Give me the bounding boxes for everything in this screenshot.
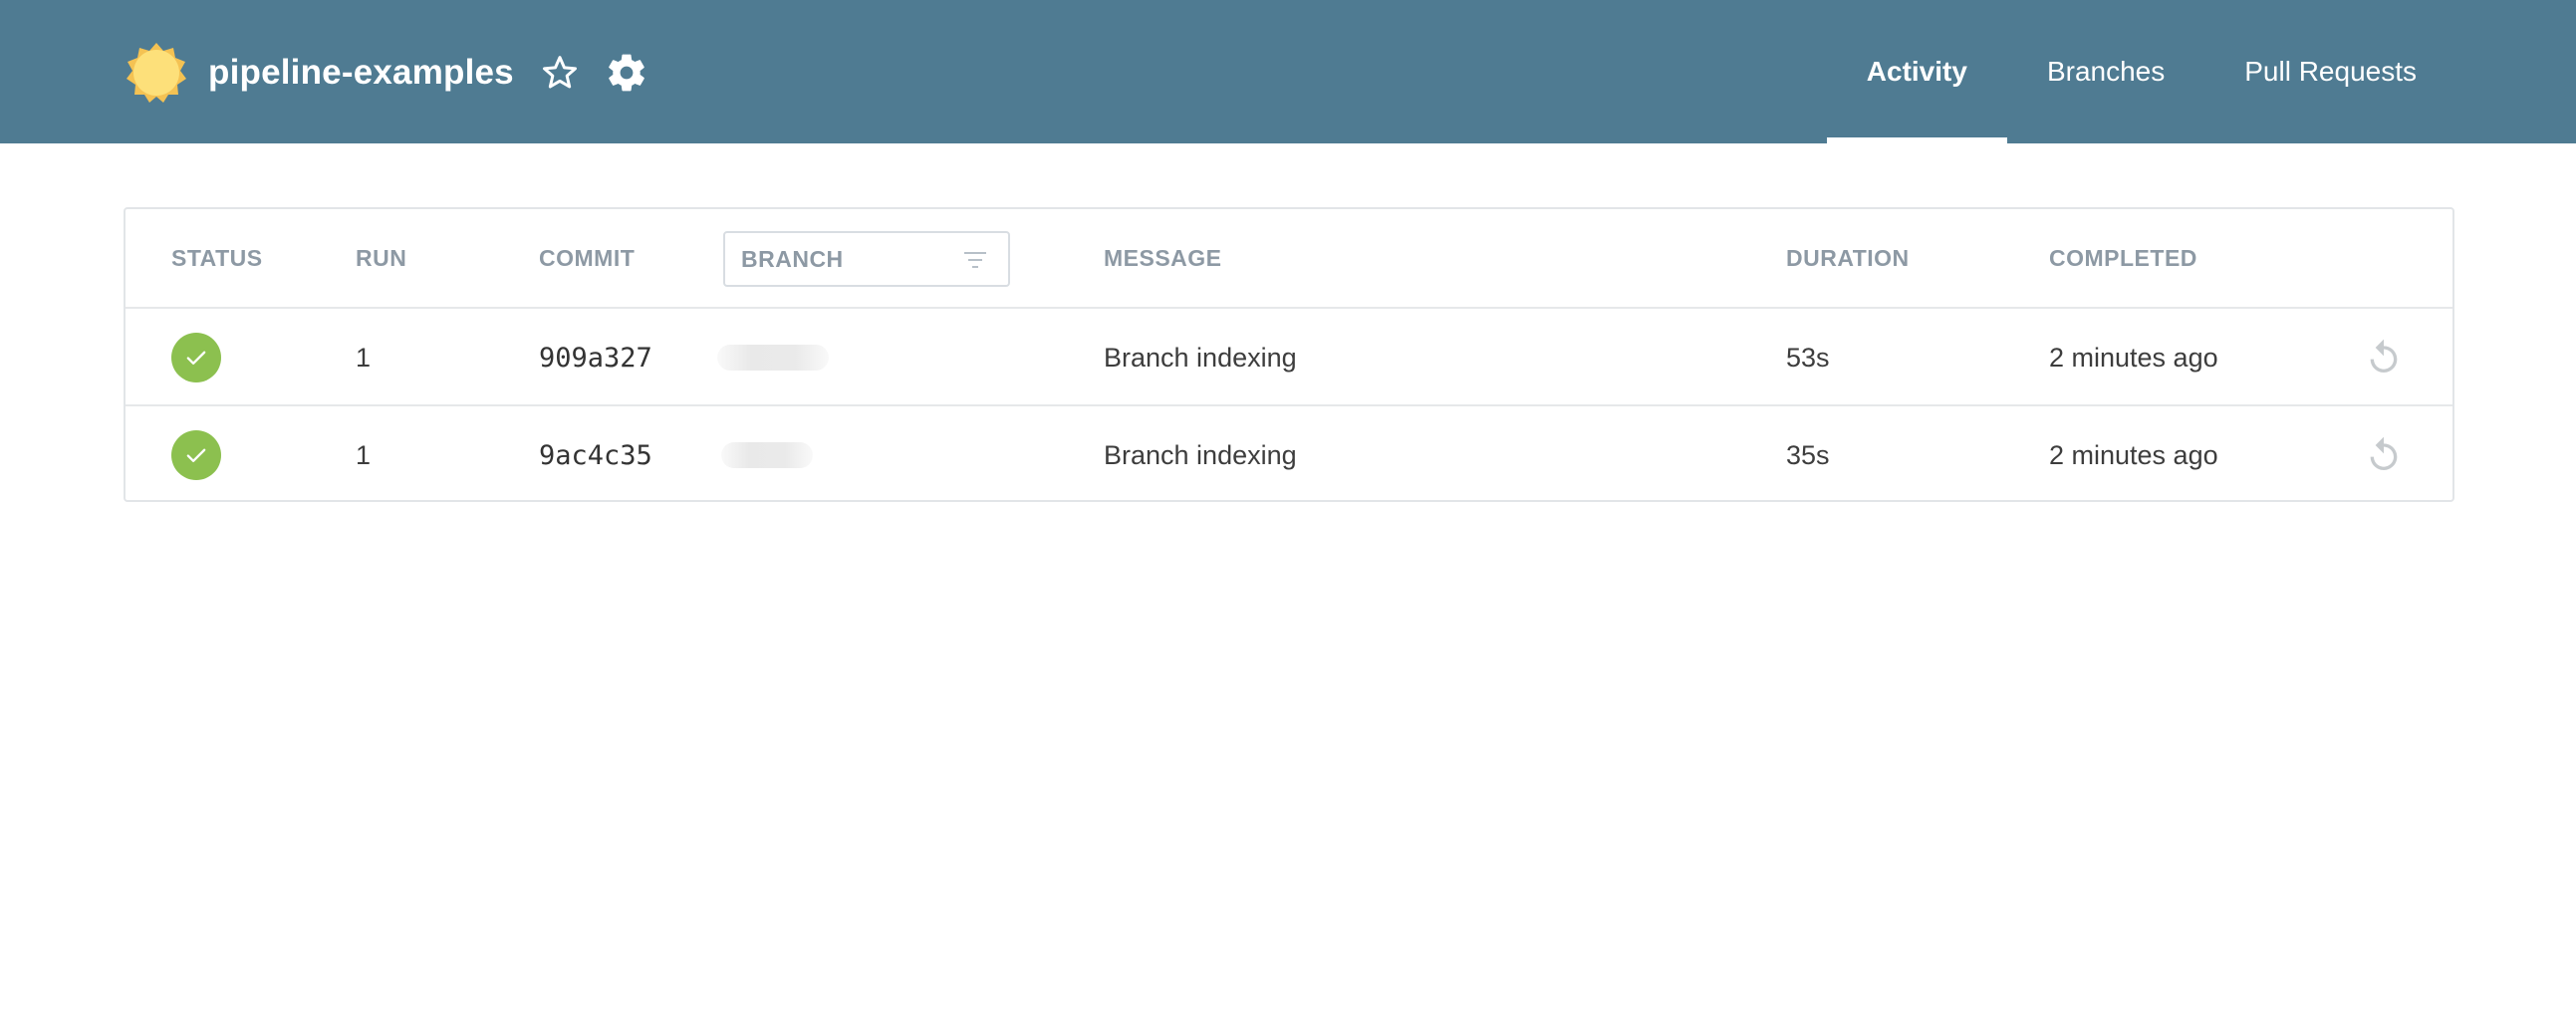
top-header: pipeline-examples Activity Branches Pull… [0, 0, 2576, 143]
rerun-icon [2370, 436, 2398, 470]
settings-button[interactable] [604, 50, 649, 96]
column-header-message: MESSAGE [1104, 244, 1222, 271]
jenkins-sun-logo-icon [125, 41, 188, 105]
column-header-status: STATUS [171, 244, 263, 271]
tab-pull-requests-label: Pull Requests [2244, 56, 2417, 87]
branch-name-redacted [717, 309, 829, 406]
column-header-completed: COMPLETED [2049, 244, 2197, 271]
action-cell [2362, 406, 2406, 504]
success-status-badge [171, 333, 221, 382]
check-icon [186, 448, 206, 462]
blurred-branch-name [717, 345, 829, 371]
activity-table: STATUS RUN COMMIT BRANCH MESSAGE DURATIO… [124, 207, 2454, 502]
run-number: 1 [356, 342, 372, 373]
message-text: Branch indexing [1104, 439, 1297, 470]
table-row[interactable]: 1 909a327 Branch indexing 53s 2 minutes … [126, 307, 2452, 404]
column-header-commit: COMMIT [539, 244, 636, 271]
branch-name-redacted [721, 406, 813, 504]
favorite-star-button[interactable] [538, 51, 582, 95]
blurred-branch-name [721, 442, 813, 468]
rerun-button[interactable] [2362, 433, 2406, 477]
tab-pull-requests[interactable]: Pull Requests [2204, 0, 2576, 143]
rerun-icon [2370, 339, 2398, 373]
check-icon [186, 351, 206, 365]
column-header-duration: DURATION [1786, 244, 1910, 271]
tab-branches-label: Branches [2046, 56, 2166, 87]
completed-text: 2 minutes ago [2049, 342, 2218, 373]
completed-text: 2 minutes ago [2049, 439, 2218, 470]
page-title[interactable]: pipeline-examples [208, 53, 514, 93]
duration-text: 35s [1786, 439, 1830, 470]
tab-activity[interactable]: Activity [1826, 0, 2008, 143]
status-cell [171, 406, 221, 504]
commit-hash[interactable]: 909a327 [539, 309, 652, 406]
branch-filter-input[interactable]: BRANCH [723, 231, 1010, 287]
star-outline-icon [542, 56, 577, 89]
success-status-badge [171, 430, 221, 480]
tab-activity-label: Activity [1866, 56, 1967, 87]
brand: pipeline-examples [125, 38, 649, 108]
message-text: Branch indexing [1104, 342, 1297, 373]
column-header-run: RUN [356, 244, 407, 271]
gear-icon [609, 54, 644, 92]
status-cell [171, 309, 221, 406]
rerun-button[interactable] [2362, 336, 2406, 379]
main-nav: Activity Branches Pull Requests [1826, 0, 2576, 143]
table-header-row: STATUS RUN COMMIT BRANCH MESSAGE DURATIO… [126, 209, 2452, 307]
table-row[interactable]: 1 9ac4c35 Branch indexing 35s 2 minutes … [126, 404, 2452, 502]
tab-branches[interactable]: Branches [2007, 0, 2204, 143]
action-cell [2362, 309, 2406, 406]
duration-text: 53s [1786, 342, 1830, 373]
run-number: 1 [356, 439, 372, 470]
filter-icon [964, 252, 986, 268]
commit-hash[interactable]: 9ac4c35 [539, 406, 652, 504]
branch-filter-label: BRANCH [741, 245, 844, 272]
